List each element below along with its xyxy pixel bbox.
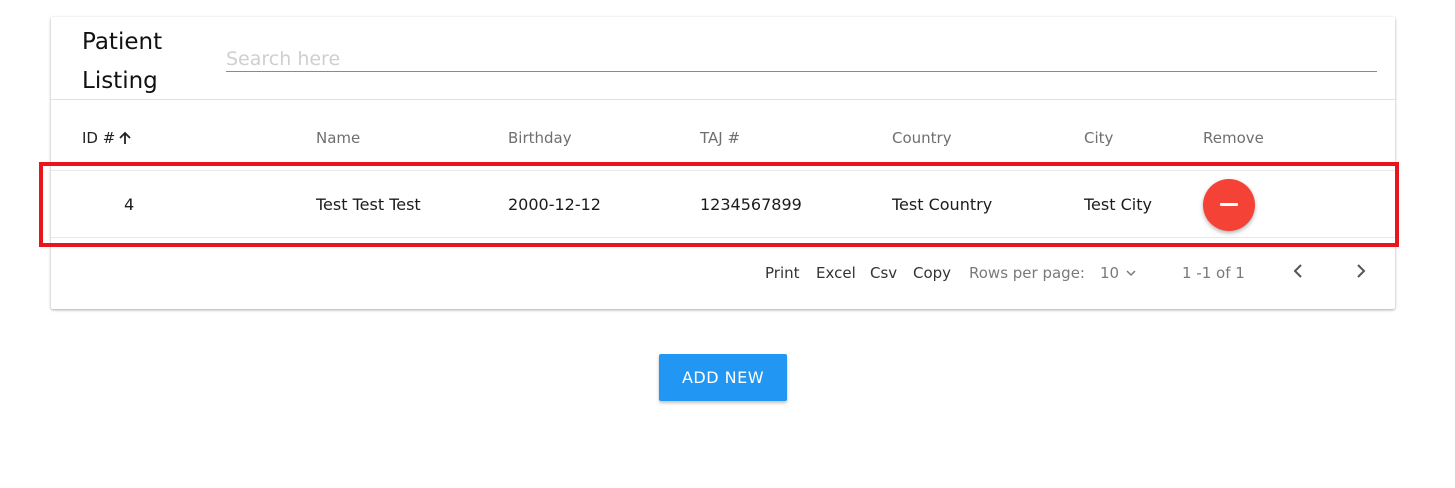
arrow-up-icon (119, 131, 131, 144)
cell-birthday: 2000-12-12 (508, 195, 601, 214)
table-row[interactable]: 4 Test Test Test 2000-12-12 1234567899 T… (51, 170, 1395, 238)
minus-icon (1220, 203, 1238, 206)
pagination-range: 1 -1 of 1 (1182, 264, 1245, 282)
column-header-birthday[interactable]: Birthday (508, 129, 572, 147)
cell-taj: 1234567899 (700, 195, 802, 214)
rows-per-page-value: 10 (1100, 264, 1120, 282)
column-header-country[interactable]: Country (892, 129, 952, 147)
add-new-button[interactable]: ADD NEW (659, 354, 787, 401)
search-input[interactable] (226, 46, 1377, 72)
table-toolbar: Patient Listing (51, 17, 1395, 100)
column-header-id-label: ID # (82, 129, 116, 147)
cell-name: Test Test Test (316, 195, 421, 214)
rows-per-page-label: Rows per page: (969, 264, 1085, 282)
column-header-name[interactable]: Name (316, 129, 360, 147)
column-header-remove: Remove (1203, 129, 1264, 147)
patient-table-card: Patient Listing ID # Name Birthday TAJ #… (51, 17, 1395, 309)
remove-button[interactable] (1203, 179, 1255, 231)
chevron-right-icon[interactable] (1350, 260, 1372, 282)
print-button[interactable]: Print (765, 264, 800, 282)
cell-country: Test Country (892, 195, 993, 214)
column-header-taj[interactable]: TAJ # (700, 129, 740, 147)
page-title: Patient Listing (82, 29, 163, 94)
rows-per-page-select[interactable]: 10 (1100, 264, 1137, 282)
column-header-city[interactable]: City (1084, 129, 1113, 147)
chevron-down-icon (1126, 270, 1136, 277)
cell-city: Test City (1084, 195, 1152, 214)
chevron-left-icon[interactable] (1287, 260, 1309, 282)
copy-button[interactable]: Copy (913, 264, 951, 282)
column-header-id[interactable]: ID # (82, 129, 132, 147)
excel-button[interactable]: Excel (816, 264, 856, 282)
cell-id: 4 (124, 195, 135, 214)
csv-button[interactable]: Csv (870, 264, 897, 282)
